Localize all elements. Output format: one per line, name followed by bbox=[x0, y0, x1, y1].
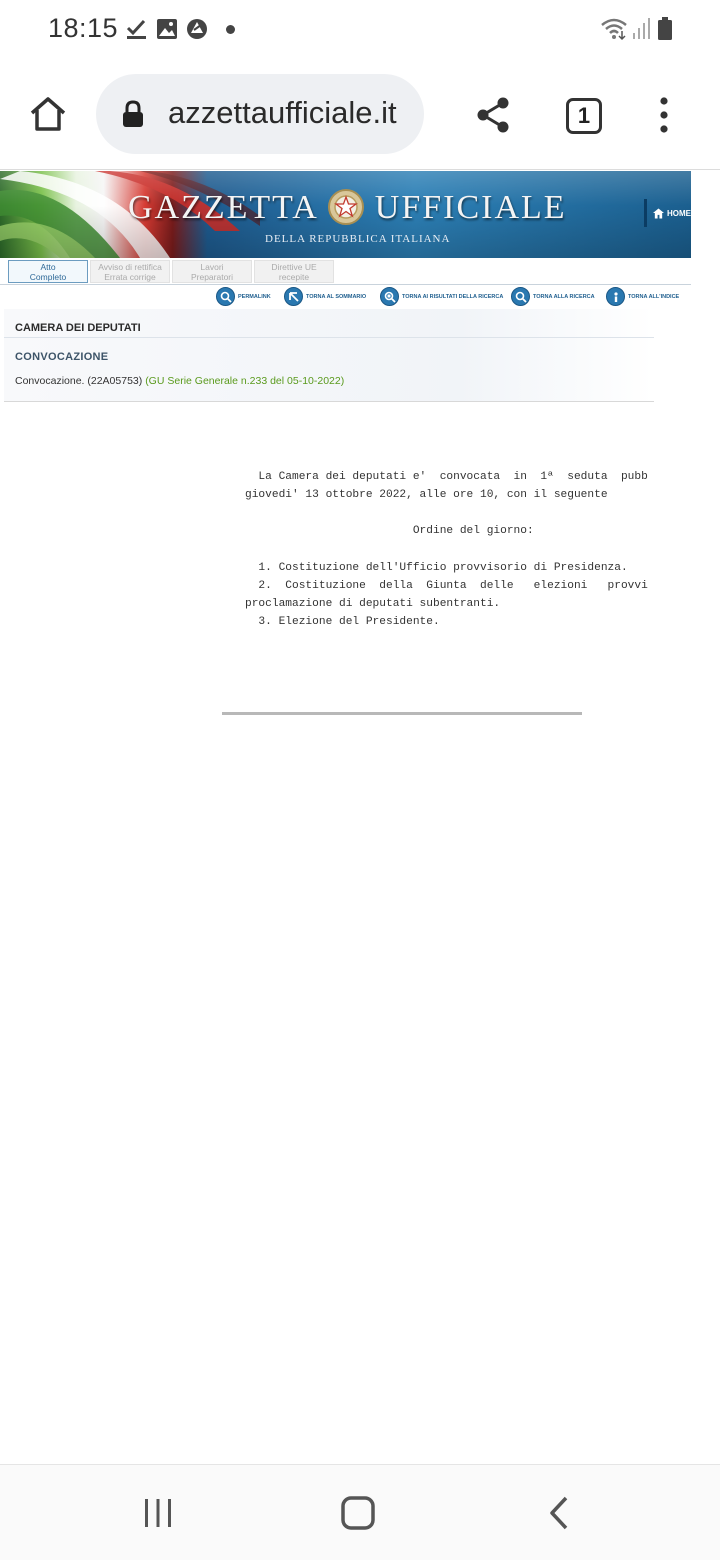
signal-icon bbox=[632, 17, 652, 46]
action-label: TORNA AI RISULTATI DELLA RICERCA bbox=[402, 293, 504, 300]
notification-dot bbox=[226, 25, 235, 34]
tabs-icon[interactable]: 1 bbox=[562, 94, 606, 138]
action-label: TORNA ALLA RICERCA bbox=[533, 293, 595, 300]
tab-label-line2: Preparatori bbox=[190, 272, 234, 282]
body-line: 3. Elezione del Presidente. bbox=[245, 616, 440, 628]
navigation-bar bbox=[0, 1464, 720, 1560]
arrow-up-left-icon bbox=[284, 287, 303, 306]
lock-icon bbox=[122, 100, 144, 133]
issuer-heading: CAMERA DEI DEPUTATI bbox=[15, 322, 141, 334]
search-results-icon bbox=[380, 287, 399, 306]
web-page: GAZZETTA UFFICIALE DELLA REPUBBLICA ITALI… bbox=[0, 171, 720, 1463]
header-divider bbox=[4, 337, 654, 338]
back-icon[interactable] bbox=[534, 1495, 584, 1531]
tab-avviso-rettifica[interactable]: Avviso di rettifica Errata corrige bbox=[90, 260, 170, 283]
site-home-icon bbox=[653, 207, 664, 219]
home-button-icon[interactable] bbox=[330, 1495, 386, 1531]
tab-count: 1 bbox=[566, 98, 602, 134]
share-icon[interactable] bbox=[470, 92, 516, 138]
torna-ricerca-link[interactable]: TORNA ALLA RICERCA bbox=[511, 287, 595, 306]
tab-lavori-preparatori[interactable]: Lavori Preparatori bbox=[172, 260, 252, 283]
banner-title-right: UFFICIALE bbox=[374, 189, 567, 226]
recent-apps-icon[interactable] bbox=[130, 1495, 186, 1531]
address-bar[interactable]: azzettaufficiale.it bbox=[96, 74, 424, 154]
action-links: PERMALINK TORNA AL SOMMARIO TORNA AI RIS… bbox=[0, 285, 691, 309]
tab-atto-completo[interactable]: Atto Completo bbox=[8, 260, 88, 283]
body-line: 2. Costituzione della Giunta delle elezi… bbox=[245, 580, 648, 592]
action-label: TORNA ALL'INDICE bbox=[628, 293, 680, 300]
image-icon bbox=[156, 18, 178, 45]
more-vert-icon[interactable] bbox=[650, 92, 678, 138]
document-end-divider bbox=[222, 712, 582, 715]
magnifier-icon bbox=[216, 287, 235, 306]
tab-label-line1: Atto bbox=[40, 262, 56, 272]
tab-label-line2: Completo bbox=[29, 272, 67, 282]
magnifier-icon bbox=[511, 287, 530, 306]
body-line: Ordine del giorno: bbox=[245, 525, 534, 537]
torna-indice-link[interactable]: TORNA ALL'INDICE bbox=[606, 287, 679, 306]
browser-toolbar: azzettaufficiale.it 1 bbox=[0, 58, 720, 170]
battery-icon bbox=[657, 17, 673, 46]
torna-risultati-link[interactable]: TORNA AI RISULTATI DELLA RICERCA bbox=[380, 287, 503, 306]
republic-emblem-icon bbox=[326, 187, 366, 232]
url-text: azzettaufficiale.it bbox=[168, 95, 397, 130]
vpn-icon bbox=[186, 18, 208, 45]
tab-direttive-ue[interactable]: Direttive UE recepite bbox=[254, 260, 334, 283]
gu-reference-link[interactable]: (GU Serie Generale n.233 del 05-10-2022) bbox=[145, 375, 344, 387]
banner-title-left: GAZZETTA bbox=[128, 189, 319, 226]
site-banner: GAZZETTA UFFICIALE DELLA REPUBBLICA ITALI… bbox=[0, 171, 691, 258]
permalink-link[interactable]: PERMALINK bbox=[216, 287, 271, 306]
wifi-icon bbox=[600, 17, 628, 46]
document-type-heading: CONVOCAZIONE bbox=[15, 351, 109, 363]
tab-label-line1: Direttive UE bbox=[271, 262, 317, 272]
action-label: TORNA AL SOMMARIO bbox=[306, 293, 367, 300]
summary-text: Convocazione. (22A05753) bbox=[15, 375, 143, 387]
tab-label-line1: Avviso di rettifica bbox=[98, 262, 162, 272]
home-icon[interactable] bbox=[24, 90, 72, 138]
site-home-link[interactable]: HOME bbox=[644, 199, 691, 227]
status-time: 18:15 bbox=[48, 13, 119, 43]
document-tabs: Atto Completo Avviso di rettifica Errata… bbox=[0, 258, 691, 285]
tab-label-line1: Lavori bbox=[200, 262, 224, 272]
index-icon bbox=[606, 287, 625, 306]
torna-sommario-link[interactable]: TORNA AL SOMMARIO bbox=[284, 287, 366, 306]
check-icon bbox=[126, 18, 148, 45]
body-line: giovedi' 13 ottobre 2022, alle ore 10, c… bbox=[245, 489, 608, 501]
status-bar: 18:15 bbox=[0, 0, 720, 58]
document-summary: Convocazione. (22A05753) (GU Serie Gener… bbox=[15, 375, 344, 387]
banner-subtitle: DELLA REPUBBLICA ITALIANA bbox=[265, 233, 451, 245]
home-label: HOME bbox=[667, 208, 691, 218]
body-line: 1. Costituzione dell'Ufficio provvisorio… bbox=[245, 562, 628, 574]
body-line: proclamazione di deputati subentranti. bbox=[245, 598, 501, 610]
tab-label-line2: recepite bbox=[278, 272, 310, 282]
document-header: CAMERA DEI DEPUTATI CONVOCAZIONE Convoca… bbox=[4, 309, 654, 402]
action-label: PERMALINK bbox=[238, 293, 271, 300]
tab-label-line2: Errata corrige bbox=[104, 272, 156, 282]
body-line: La Camera dei deputati e' convocata in 1… bbox=[245, 471, 648, 483]
